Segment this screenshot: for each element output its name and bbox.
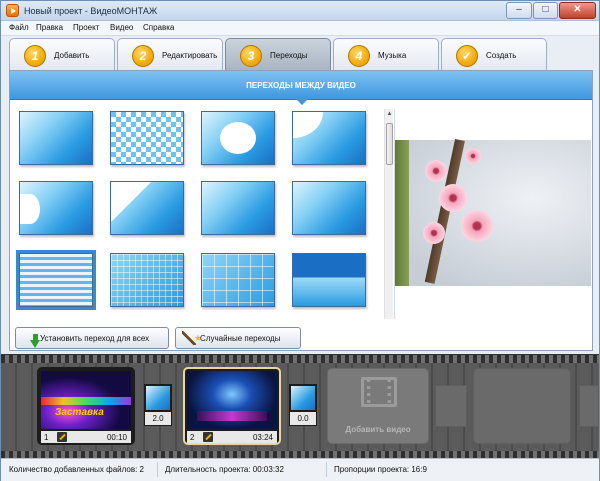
preview-blossom <box>425 160 447 182</box>
transition-tile-checker[interactable] <box>110 111 184 165</box>
random-label: Случайные переходы <box>200 334 281 343</box>
menu-project[interactable]: Проект <box>73 23 99 32</box>
clip-thumbnail <box>187 371 277 429</box>
minimize-button[interactable]: – <box>506 2 532 19</box>
tab-transitions[interactable]: 3 Переходы <box>225 38 331 70</box>
window-title: Новый проект - ВидеоМОНТАЖ <box>24 6 158 16</box>
apply-all-button[interactable]: Установить переход для всех <box>15 327 169 349</box>
scroll-thumb[interactable] <box>386 123 393 165</box>
scroll-up-arrow-icon[interactable]: ▲ <box>385 109 394 119</box>
edit-pencil-icon[interactable] <box>203 432 213 442</box>
clip-number: 1 <box>44 433 49 442</box>
stage-lights <box>197 411 267 421</box>
status-files-count: Количество добавленных файлов: 2 <box>9 465 144 474</box>
step-number-badge: 1 <box>24 45 46 67</box>
preview-pane <box>394 109 591 319</box>
menu-help[interactable]: Справка <box>143 23 174 32</box>
tab-label: Редактировать <box>162 51 218 60</box>
clip-info-bar: 1 00:10 <box>41 431 131 443</box>
preview-blossom <box>461 210 493 242</box>
app-logo-icon <box>6 4 19 17</box>
clip-info-bar: 2 03:24 <box>187 431 277 443</box>
step-number-badge: 3 <box>240 45 262 67</box>
random-transitions-button[interactable]: ★ Случайные переходы <box>175 327 301 349</box>
add-video-button[interactable]: Добавить видео <box>327 368 429 444</box>
menu-file[interactable]: Файл <box>9 23 29 32</box>
magic-wand-icon: ★ <box>182 331 202 345</box>
status-bar: Количество добавленных файлов: 2 Длитель… <box>1 458 599 481</box>
clip-number: 2 <box>190 433 195 442</box>
header-pointer <box>296 99 308 105</box>
transition-tile-small-grid[interactable] <box>110 253 184 307</box>
edit-pencil-icon[interactable] <box>57 432 67 442</box>
status-divider <box>326 462 327 477</box>
timeline-transition-1[interactable]: 2.0 <box>144 384 172 426</box>
menu-video[interactable]: Видео <box>110 23 133 32</box>
transition-tile-diagonal[interactable] <box>110 181 184 235</box>
transition-thumbnail <box>146 386 170 410</box>
clip-thumbnail: Заставка <box>41 371 131 429</box>
clip-duration: 00:10 <box>106 433 127 442</box>
timeline: Заставка 1 00:10 2.0 2 03:24 0.0 Добавит… <box>1 354 599 459</box>
tab-create[interactable]: ✓ Создать <box>441 38 547 70</box>
menu-edit[interactable]: Правка <box>36 23 63 32</box>
tab-label: Добавить <box>54 51 90 60</box>
step-tabs: 1 Добавить 2 Редактировать 3 Переходы 4 … <box>9 38 593 70</box>
app-window: Новый проект - ВидеоМОНТАЖ – □ ✕ Файл Пр… <box>0 0 600 481</box>
checkmark-icon: ✓ <box>456 45 478 67</box>
transition-tile-plain-2[interactable] <box>292 181 366 235</box>
transition-tile-plain[interactable] <box>19 111 93 165</box>
transitions-panel: ПЕРЕХОДЫ МЕЖДУ ВИДЕО ▲ <box>9 70 593 351</box>
tab-label: Переходы <box>270 51 308 60</box>
empty-clip-slot <box>473 368 571 444</box>
status-ratio: Пропорции проекта: 16:9 <box>334 465 427 474</box>
tab-edit[interactable]: 2 Редактировать <box>117 38 223 70</box>
status-duration: Длительность проекта: 00:03:32 <box>165 465 284 474</box>
transition-tile-arrow[interactable] <box>201 181 275 235</box>
add-video-label: Добавить видео <box>345 425 411 434</box>
tab-music[interactable]: 4 Музыка <box>333 38 439 70</box>
close-button[interactable]: ✕ <box>559 2 596 19</box>
transition-tile-band[interactable] <box>292 253 366 307</box>
transition-grid <box>16 109 382 319</box>
action-bar: Установить переход для всех ★ Случайные … <box>9 324 593 354</box>
empty-transition-slot <box>435 385 467 427</box>
tab-add[interactable]: 1 Добавить <box>9 38 115 70</box>
preview-blossom <box>465 148 481 164</box>
transition-tile-corner[interactable] <box>292 111 366 165</box>
title-bar: Новый проект - ВидеоМОНТАЖ – □ ✕ <box>1 1 599 21</box>
film-strip-top <box>1 355 599 363</box>
tab-label: Музыка <box>378 51 407 60</box>
section-header: ПЕРЕХОДЫ МЕЖДУ ВИДЕО <box>10 71 592 100</box>
step-number-badge: 2 <box>132 45 154 67</box>
rainbow-streak <box>41 397 131 405</box>
apply-all-label: Установить переход для всех <box>40 334 150 343</box>
tab-label: Создать <box>486 51 517 60</box>
menu-bar: Файл Правка Проект Видео Справка <box>1 21 599 36</box>
section-title: ПЕРЕХОДЫ МЕЖДУ ВИДЕО <box>246 81 356 90</box>
preview-foliage <box>395 140 409 286</box>
preview-blossom <box>439 184 467 212</box>
preview-blossom <box>423 222 445 244</box>
green-arrow-icon <box>22 331 40 348</box>
transition-tile-lines-selected[interactable] <box>16 250 96 310</box>
timeline-clip-1[interactable]: Заставка 1 00:10 <box>37 367 135 445</box>
status-divider <box>157 462 158 477</box>
transition-tile-circle[interactable] <box>201 111 275 165</box>
timeline-transition-2[interactable]: 0.0 <box>289 384 317 426</box>
timeline-clip-2-selected[interactable]: 2 03:24 <box>183 367 281 445</box>
transition-duration: 2.0 <box>145 412 171 425</box>
empty-transition-slot <box>579 385 599 427</box>
transition-tile-large-grid[interactable] <box>201 253 275 307</box>
transition-thumbnail <box>291 386 315 410</box>
preview-image <box>395 138 591 286</box>
transition-duration: 0.0 <box>290 412 316 425</box>
film-icon <box>361 377 397 407</box>
step-number-badge: 4 <box>348 45 370 67</box>
clip-duration: 03:24 <box>252 433 273 442</box>
maximize-button[interactable]: □ <box>533 2 558 19</box>
clip-title-text: Заставка <box>55 407 104 418</box>
grid-scrollbar[interactable]: ▲ <box>384 109 393 319</box>
transition-tile-left[interactable] <box>19 181 93 235</box>
